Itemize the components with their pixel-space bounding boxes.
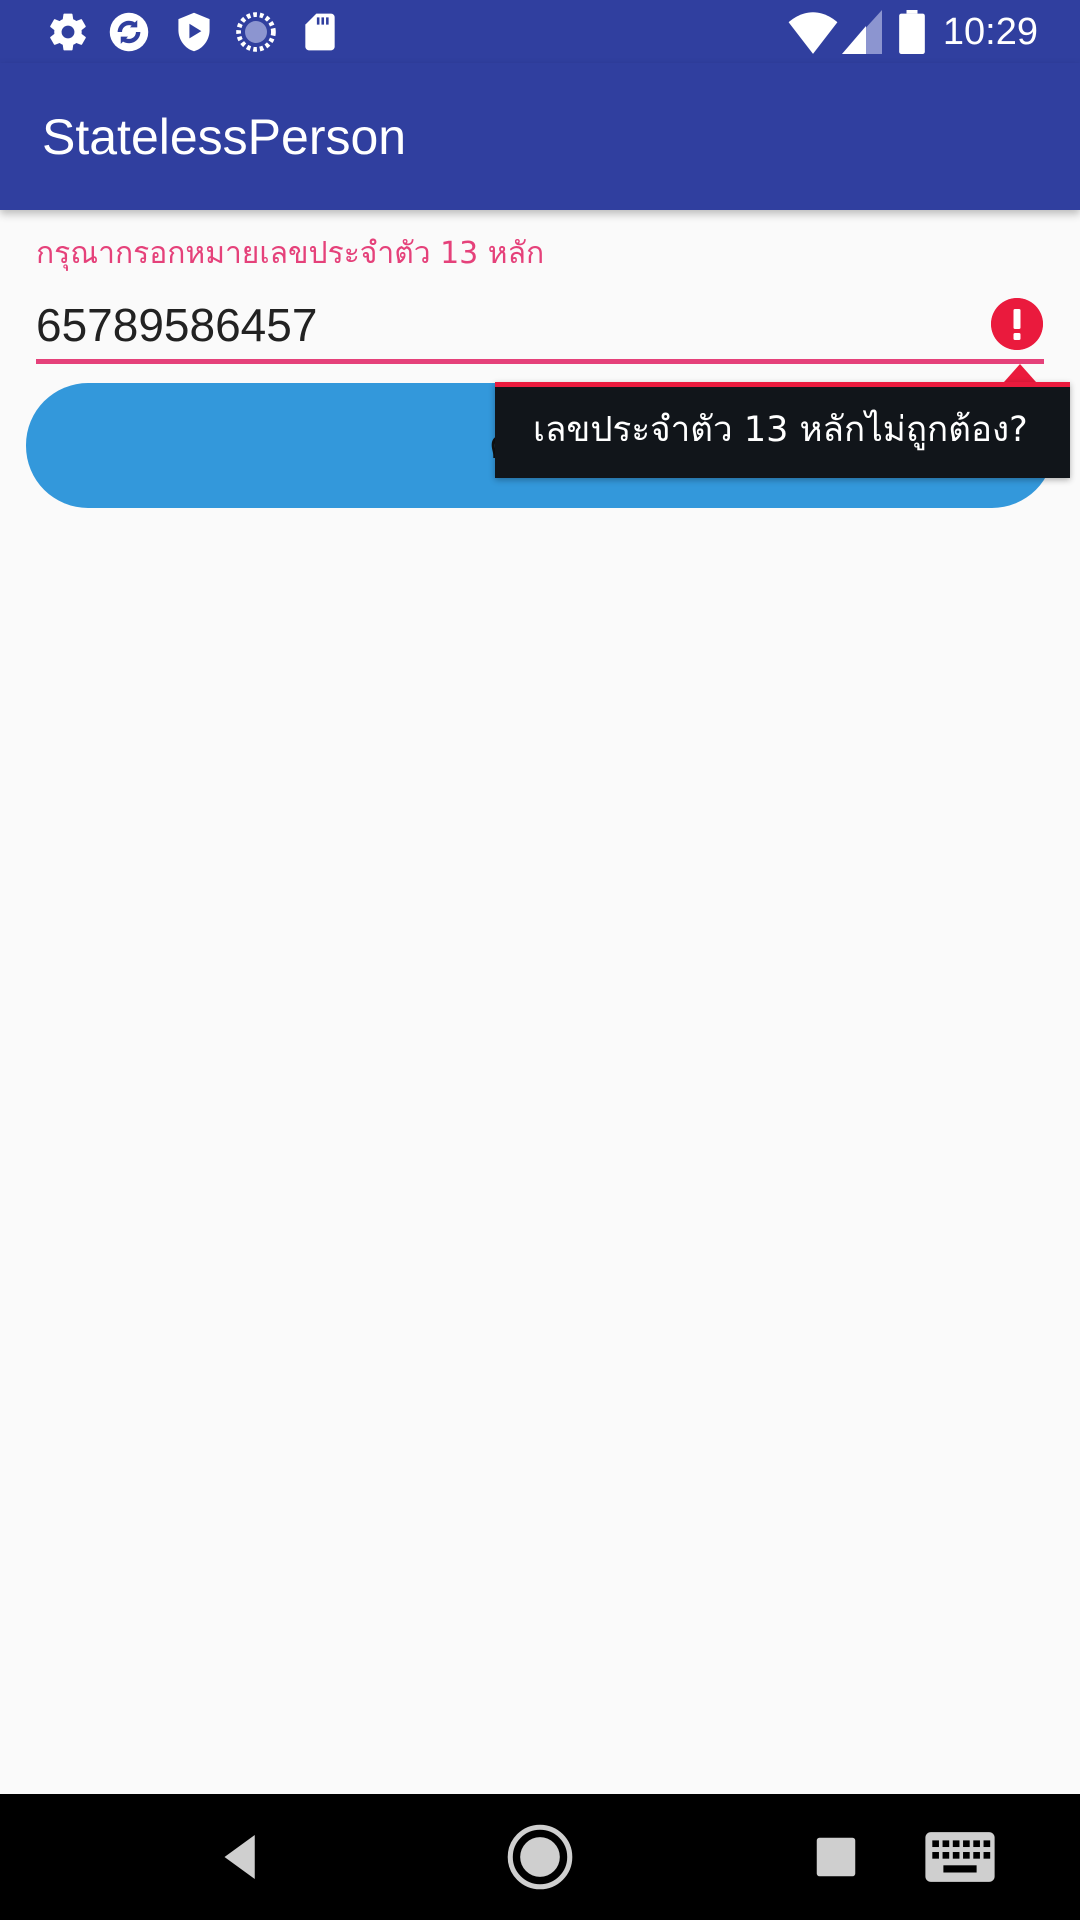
error-icon[interactable] [991,298,1043,350]
navigation-bar [0,1794,1080,1920]
sd-card-icon [305,13,335,51]
back-icon[interactable] [208,1824,274,1890]
error-tooltip: เลขประจำตัว 13 หลักไม่ถูกต้อง? [495,382,1070,478]
home-icon[interactable] [506,1823,574,1891]
status-bar: 10:29 [0,0,1080,63]
recents-icon[interactable] [803,1824,869,1890]
progress-icon [236,12,276,52]
battery-icon [899,10,925,54]
error-message: เลขประจำตัว 13 หลักไม่ถูกต้อง? [533,410,1028,450]
keyboard-icon[interactable] [924,1827,996,1887]
cellular-signal-icon [842,10,882,54]
clock: 10:29 [942,11,1038,53]
id-number-input[interactable]: 65789586457 [36,290,1044,360]
id-field-hint: กรุณากรอกหมายเลขประจำตัว 13 หลัก [36,236,545,271]
input-underline [36,359,1044,364]
wifi-icon [788,12,838,54]
shield-play-icon [178,12,210,52]
app-title: StatelessPerson [42,109,407,165]
sync-icon [109,12,149,52]
settings-icon [50,13,86,51]
id-number-value[interactable]: 65789586457 [36,290,317,360]
error-tooltip-pointer [1004,364,1036,382]
app-bar: StatelessPerson [0,63,1080,210]
